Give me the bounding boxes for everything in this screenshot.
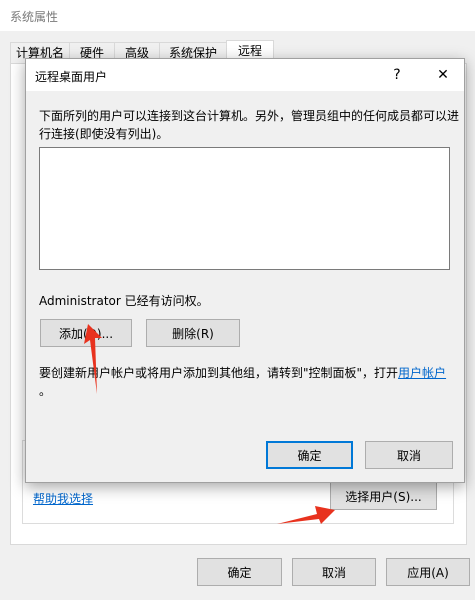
apply-button[interactable]: 应用(A) xyxy=(386,558,470,586)
inner-title-bar: 远程桌面用户 ? ✕ xyxy=(26,59,464,91)
inner-dialog-title: 远程桌面用户 xyxy=(35,70,108,84)
user-accounts-link[interactable]: 用户帐户 xyxy=(398,366,446,380)
cancel-button[interactable]: 取消 xyxy=(292,558,376,586)
hint-text-body: 要创建新用户帐户或将用户添加到其他组，请转到"控制面板"，打开 xyxy=(39,366,399,380)
user-list[interactable] xyxy=(39,147,450,270)
select-users-button[interactable]: 选择用户(S)... xyxy=(330,482,437,510)
add-user-button[interactable]: 添加(D)... xyxy=(40,319,132,347)
help-icon[interactable]: ? xyxy=(374,59,420,91)
close-icon[interactable]: ✕ xyxy=(420,59,466,91)
outer-title-bar: 系统属性 xyxy=(0,0,475,32)
screen: 系统属性 计算机名 硬件 高级 系统保护 远程 帮助我选择 选择用户(S)...… xyxy=(0,0,475,600)
inner-cancel-button[interactable]: 取消 xyxy=(365,441,453,469)
ok-button[interactable]: 确定 xyxy=(197,558,282,586)
description-text: 下面所列的用户可以连接到这台计算机。另外，管理员组中的任何成员都可以进行连接(即… xyxy=(39,109,460,141)
remote-desktop-users-dialog: 远程桌面用户 ? ✕ 下面所列的用户可以连接到这台计算机。另外，管理员组中的任何… xyxy=(25,58,465,483)
remove-user-button[interactable]: 删除(R) xyxy=(146,319,240,347)
hint-text: 要创建新用户帐户或将用户添加到其他组，请转到"控制面板"，打开用户帐户 。 xyxy=(39,364,459,400)
outer-window-title: 系统属性 xyxy=(10,10,59,24)
inner-ok-button[interactable]: 确定 xyxy=(266,441,353,469)
access-status-text: Administrator 已经有访问权。 xyxy=(39,294,209,308)
help-me-choose-link[interactable]: 帮助我选择 xyxy=(33,490,93,507)
hint-text-end: 。 xyxy=(39,384,52,398)
